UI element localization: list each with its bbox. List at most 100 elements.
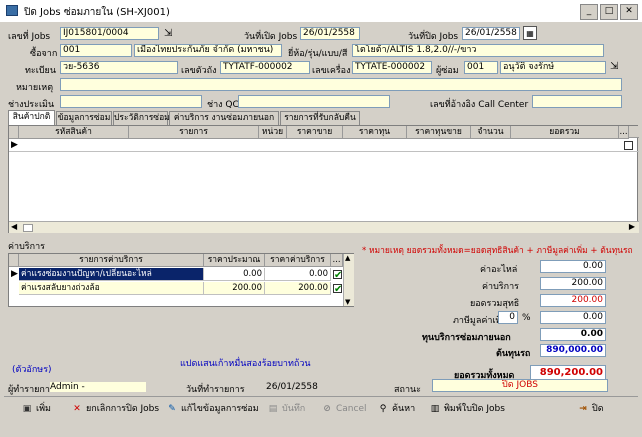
service-estimate-cell[interactable]: 0.00: [204, 268, 265, 281]
engine-field[interactable]: TYTATE-000002: [352, 61, 432, 74]
save-button[interactable]: ▤ บันทึก: [266, 399, 306, 419]
repairer-name-field[interactable]: อนุวัติ จงรักษ์: [500, 61, 606, 74]
service-price-cell[interactable]: 0.00: [265, 268, 331, 281]
tab-repair-history[interactable]: ประวัติการซ่อม: [113, 111, 170, 125]
col-sell-price[interactable]: ราคาขาย: [287, 126, 343, 139]
close-date-field[interactable]: 26/01/2558: [462, 27, 520, 40]
status-label: สถานะ: [394, 385, 421, 395]
repairer-code-field[interactable]: 001: [464, 61, 498, 74]
cancel-button[interactable]: ⊘ Cancel: [320, 399, 366, 419]
services-vscrollbar[interactable]: ▲ ▼: [343, 254, 354, 306]
col-more[interactable]: ...: [619, 126, 629, 139]
from-label: ซื้อจาก: [30, 49, 58, 59]
brand-field[interactable]: โตโยต้า/ALTIS 1.8,2.0//-/ขาว: [352, 44, 604, 57]
window-title: ปิด Jobs ซ่อมภายใน (SH-XJ001): [24, 7, 170, 18]
external-service-total: 0.00: [540, 328, 606, 341]
service-checkbox[interactable]: ✔: [333, 284, 342, 295]
col-product-code[interactable]: รหัสสินค้า: [19, 126, 129, 139]
callcenter-field[interactable]: [532, 95, 622, 108]
exit-button[interactable]: ⇥ ปิด: [576, 399, 603, 419]
col-qty[interactable]: จำนวน: [471, 126, 511, 139]
text-amount: แปดแสนเก้าหมื่นสองร้อยบาทถ้วน: [180, 359, 311, 369]
col-service-price[interactable]: ราคาค่าบริการ: [265, 254, 331, 267]
chassis-label: เลขตัวถัง: [181, 66, 217, 76]
tab-returned-items[interactable]: รายการที่รับกลับคืน: [280, 111, 360, 125]
txn-date-field: 26/01/2558: [266, 382, 318, 392]
col-service-name[interactable]: รายการค่าบริการ: [19, 254, 204, 267]
callcenter-label: เลขที่อ้างอิง Call Center: [430, 100, 529, 110]
parts-label: ค่าอะไหล่: [480, 265, 518, 275]
plate-label: ทะเบียน: [25, 66, 56, 76]
maximize-button[interactable]: □: [600, 4, 618, 20]
col-service-more[interactable]: ...: [331, 254, 343, 267]
qc-label: ช่าง QC: [207, 100, 239, 110]
table-row[interactable]: ▶: [9, 139, 639, 152]
add-icon: ▣: [22, 404, 32, 414]
lookup-icon[interactable]: ⇲: [164, 28, 172, 39]
net-total: 200.00: [540, 294, 606, 307]
scroll-up-icon[interactable]: ▲: [345, 254, 350, 262]
col-total[interactable]: ยอดรวม: [511, 126, 619, 139]
services-title: ค่าบริการ: [8, 242, 45, 252]
tab-products[interactable]: สินค้าปกติ: [8, 110, 55, 125]
col-unit[interactable]: หน่วย: [259, 126, 287, 139]
chassis-field[interactable]: TYTATF-000002: [220, 61, 310, 74]
calendar-icon[interactable]: ▦: [523, 26, 537, 40]
service-name-cell[interactable]: ค่าแรงสลับยางถ่วงล้อ: [19, 282, 204, 295]
tab-repair-info[interactable]: ข้อมูลการซ่อม: [56, 111, 112, 125]
search-button[interactable]: ⚲ ค้นหา: [376, 399, 415, 419]
cancel-close-job-button[interactable]: ✕ ยกเลิกการปิด Jobs: [70, 399, 159, 419]
row-checkbox[interactable]: [624, 141, 633, 150]
recorder-field: Admin -: [50, 382, 146, 392]
row-pointer-icon: ▶: [11, 140, 18, 150]
plate-field[interactable]: วย-5636: [60, 61, 178, 74]
service-name-cell[interactable]: ค่าแรงซ่อมงานปัญหา/เปลี่ยนอะไหล่: [19, 268, 204, 281]
save-icon: ▤: [268, 404, 278, 414]
service-checkbox[interactable]: ✔: [333, 270, 342, 281]
col-estimate[interactable]: ราคาประมาณ: [204, 254, 265, 267]
job-no-field[interactable]: IJ015801/0004: [60, 27, 159, 40]
cancel-icon: ⊘: [323, 404, 331, 414]
repairer-lookup-icon[interactable]: ⇲: [610, 61, 618, 72]
service-price-cell[interactable]: 200.00: [265, 282, 331, 295]
scroll-thumb[interactable]: [23, 224, 33, 232]
note-field[interactable]: [60, 78, 622, 91]
col-item[interactable]: รายการ: [129, 126, 259, 139]
add-button[interactable]: ▣ เพิ่ม: [20, 399, 51, 419]
table-row[interactable]: ค่าแรงสลับยางถ่วงล้อ 200.00 200.00 ✔: [9, 282, 343, 295]
scroll-right-icon[interactable]: ▶: [629, 222, 635, 231]
binoculars-icon: ⚲: [379, 404, 387, 414]
col-cost[interactable]: ราคาทุน: [343, 126, 407, 139]
assessor-field[interactable]: [60, 95, 202, 108]
open-date-field[interactable]: 26/01/2558: [300, 27, 360, 40]
x-icon: ✕: [73, 404, 81, 414]
engine-label: เลขเครื่อง: [312, 66, 351, 76]
edit-repair-button[interactable]: ✎ แก้ไขข้อมูลการซ่อม: [165, 399, 259, 419]
scroll-down-icon[interactable]: ▼: [345, 298, 350, 306]
vat-percent-field[interactable]: 0: [498, 311, 518, 324]
minimize-button[interactable]: _: [580, 4, 598, 20]
close-window-button[interactable]: ✕: [620, 4, 638, 20]
products-table[interactable]: รหัสสินค้า รายการ หน่วย ราคาขาย ราคาทุน …: [8, 125, 639, 233]
print-button[interactable]: ▥ พิมพ์ใบปิด Jobs: [428, 399, 505, 419]
table-row[interactable]: ▶ ค่าแรงซ่อมงานปัญหา/เปลี่ยนอะไหล่ 0.00 …: [9, 268, 343, 281]
repairer-label: ผู้ซ่อม: [436, 66, 459, 76]
service-total-label: ค่าบริการ: [482, 282, 519, 292]
car-cost-total: 890,000.00: [540, 344, 606, 357]
text-amount-label: (ตัวอักษร): [12, 365, 52, 375]
open-date-label: วันที่เปิด Jobs: [244, 32, 298, 42]
service-estimate-cell[interactable]: 200.00: [204, 282, 265, 295]
services-table[interactable]: รายการค่าบริการ ราคาประมาณ ราคาค่าบริการ…: [8, 253, 354, 307]
assessor-label: ช่างประเมิน: [8, 100, 55, 110]
status-badge: ปิด JOBS: [432, 379, 608, 392]
from-name-field[interactable]: เมืองไทยประกันภัย จำกัด (มหาชน): [134, 44, 282, 57]
col-sell-cost[interactable]: ราคาทุนขาย: [407, 126, 471, 139]
car-cost-label: ต้นทุนรถ: [496, 349, 531, 359]
tab-external-service[interactable]: ค่าบริการ งานซ่อมภายนอก: [169, 111, 279, 125]
edit-icon: ✎: [168, 404, 176, 414]
from-code-field[interactable]: 001: [60, 44, 132, 57]
products-hscrollbar[interactable]: ◀ ▶: [9, 221, 639, 233]
qc-field[interactable]: [238, 95, 390, 108]
scroll-left-icon[interactable]: ◀: [11, 222, 17, 231]
service-total: 200.00: [540, 277, 606, 290]
